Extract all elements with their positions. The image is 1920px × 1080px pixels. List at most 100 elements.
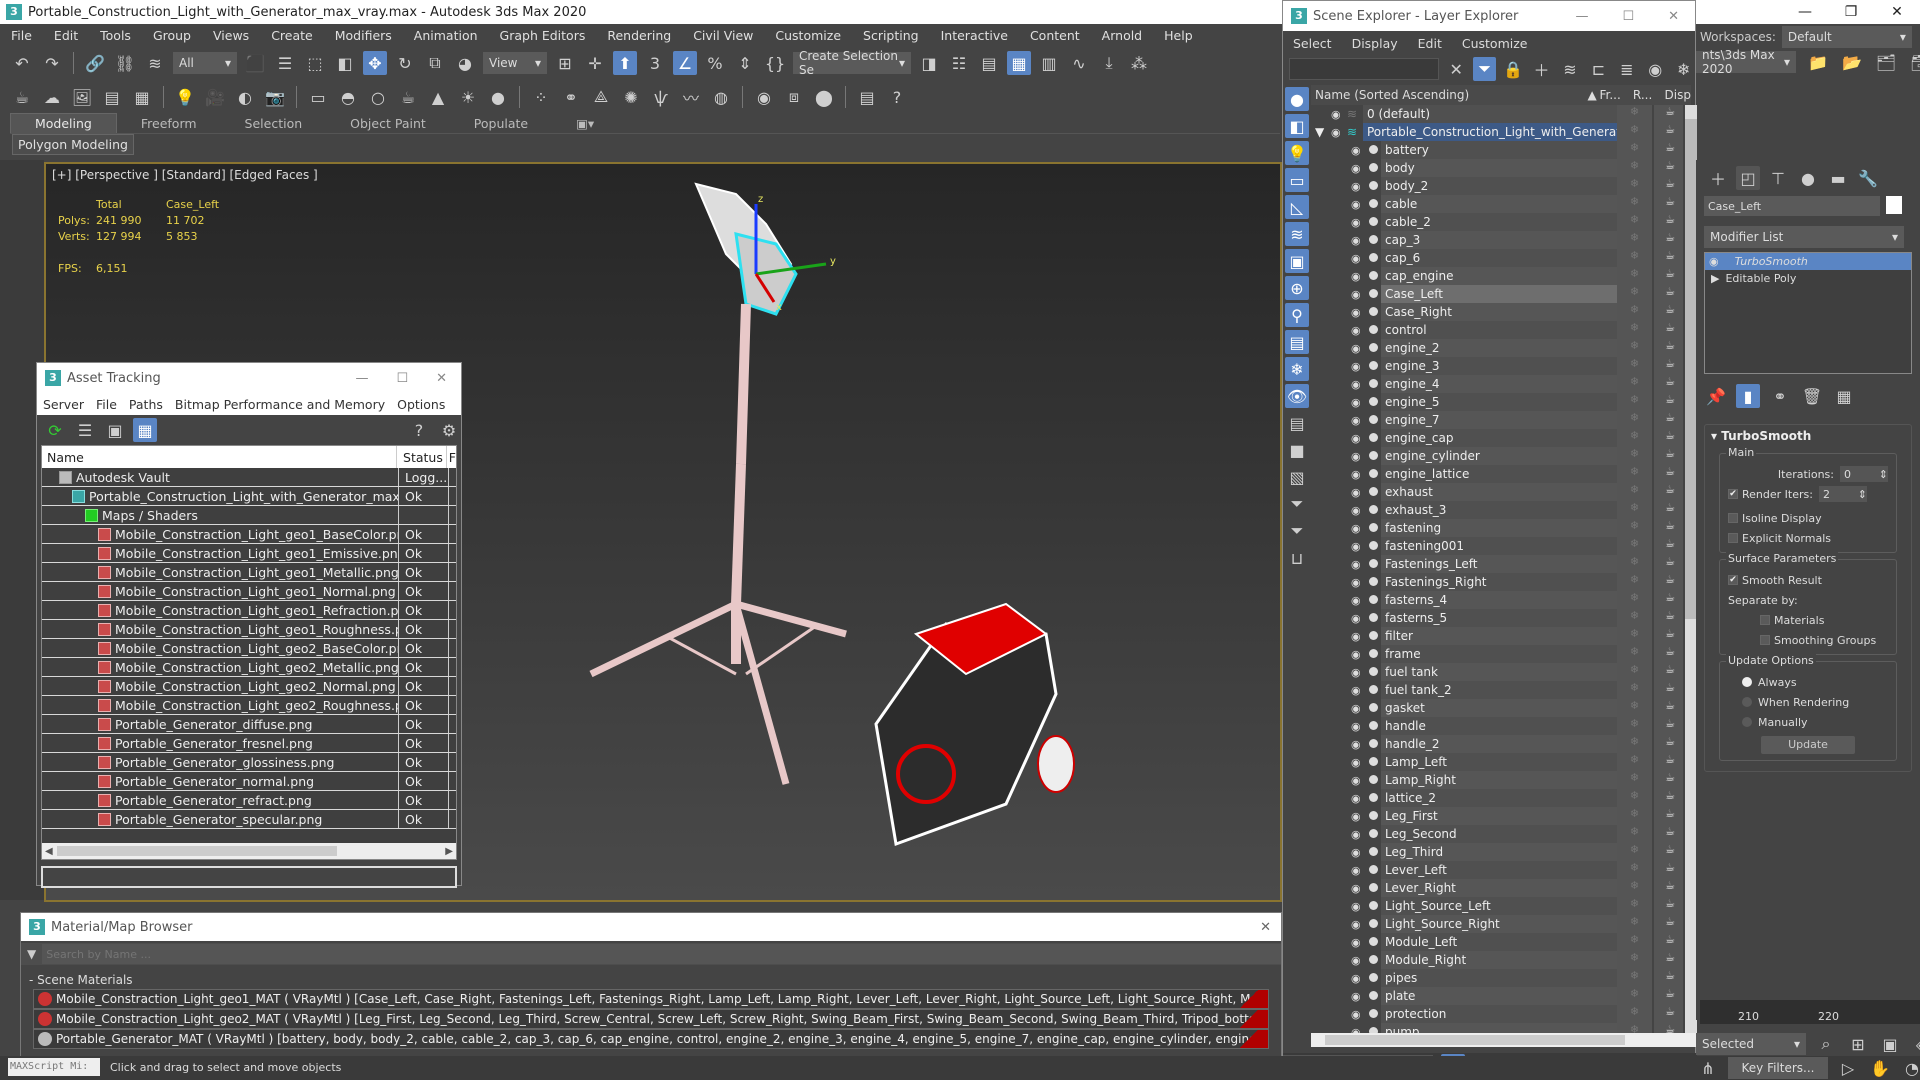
scene-object-row[interactable]: ◉ cap_3 ❄ ☕: [1311, 231, 1683, 249]
ornatrix-icon[interactable]: ◍: [709, 85, 733, 109]
edit-named-selection-icon[interactable]: {}: [763, 51, 787, 75]
column-status[interactable]: Status: [397, 446, 447, 468]
asset-row[interactable]: Portable_Generator_glossiness.png Ok: [42, 753, 456, 772]
close-button[interactable]: ✕: [436, 371, 447, 386]
scene-object-row[interactable]: ◉ cap_engine ❄ ☕: [1311, 267, 1683, 285]
display-lights-icon[interactable]: 💡: [1285, 141, 1309, 165]
eye-icon[interactable]: ◉: [1351, 468, 1361, 481]
eye-icon[interactable]: ◉: [1351, 900, 1361, 913]
vray-plane-icon[interactable]: ⟁: [589, 85, 613, 109]
eye-icon[interactable]: ◉: [1351, 360, 1361, 373]
eye-icon[interactable]: ◉: [1351, 684, 1361, 697]
scene-object-row[interactable]: ◉ filter ❄ ☕: [1311, 627, 1683, 645]
schematic-view-icon[interactable]: ⤓: [1097, 51, 1121, 75]
menu-civil-view[interactable]: Civil View: [682, 28, 764, 43]
make-unique-icon[interactable]: ⚭: [1768, 384, 1792, 408]
scene-object-row[interactable]: ◉ Light_Source_Left ❄ ☕: [1311, 897, 1683, 915]
asset-menu-paths[interactable]: Paths: [123, 397, 169, 412]
table-view-icon[interactable]: ▦: [133, 418, 157, 442]
freeze-icon[interactable]: ❄: [1617, 951, 1652, 969]
menu-animation[interactable]: Animation: [403, 28, 489, 43]
render-teapot-icon[interactable]: ☕: [1654, 933, 1683, 951]
thumbnail-view-icon[interactable]: ▣: [103, 418, 127, 442]
render-teapot-icon[interactable]: ☕: [1654, 249, 1683, 267]
eye-icon[interactable]: ◉: [1351, 558, 1361, 571]
layer-row-active[interactable]: ▼ ◉ ≋ Portable_Construction_Light_with_G…: [1311, 123, 1683, 141]
settings-icon[interactable]: ⚙: [437, 418, 461, 442]
clear-search-icon[interactable]: ✕: [1445, 57, 1467, 81]
freeze-icon[interactable]: ❄: [1617, 411, 1652, 429]
toggle-ribbon-icon[interactable]: ▥: [1037, 51, 1061, 75]
eye-icon[interactable]: ◉: [1351, 324, 1361, 337]
zoom-extents-icon[interactable]: ▣: [1878, 1032, 1902, 1056]
scene-object-row[interactable]: ◉ fuel tank_2 ❄ ☕: [1311, 681, 1683, 699]
toggle-scene-explorer-icon[interactable]: ▤: [977, 51, 1001, 75]
vray-proxy-icon[interactable]: ⁘: [529, 85, 553, 109]
asset-row[interactable]: Portable_Generator_refract.png Ok: [42, 791, 456, 810]
eye-icon[interactable]: ◉: [1351, 252, 1361, 265]
explicit-normals-checkbox[interactable]: [1728, 533, 1738, 543]
eye-icon[interactable]: ◉: [1351, 918, 1361, 931]
scene-object-row[interactable]: ◉ fuel tank ❄ ☕: [1311, 663, 1683, 681]
set-key-filters-icon[interactable]: ⋔: [1696, 1056, 1720, 1080]
render-teapot-icon[interactable]: ☕: [1654, 339, 1683, 357]
scene-object-row[interactable]: ◉ Leg_Third ❄ ☕: [1311, 843, 1683, 861]
freeze-icon[interactable]: ❄: [1617, 735, 1652, 753]
menu-graph-editors[interactable]: Graph Editors: [489, 28, 597, 43]
freeze-icon[interactable]: ❄: [1617, 195, 1652, 213]
eye-icon[interactable]: ◉: [1351, 594, 1361, 607]
render-frame-icon[interactable]: 🖼: [70, 85, 94, 109]
minimize-button[interactable]: —: [1782, 0, 1828, 24]
close-button[interactable]: ✕: [1260, 920, 1281, 935]
select-object-icon[interactable]: ⬛: [243, 51, 267, 75]
eye-icon[interactable]: ◉: [1351, 612, 1361, 625]
scene-object-row[interactable]: ◉ Case_Right ❄ ☕: [1311, 303, 1683, 321]
object-name-field[interactable]: [1704, 196, 1880, 216]
eye-icon[interactable]: ◉: [1351, 666, 1361, 679]
ribbon-tab-selection[interactable]: Selection: [221, 114, 327, 133]
scene-object-row[interactable]: ◉ pipes ❄ ☕: [1311, 969, 1683, 987]
freeze-icon[interactable]: ❄: [1617, 573, 1652, 591]
menu-interactive[interactable]: Interactive: [930, 28, 1019, 43]
freeze-icon[interactable]: ❄: [1617, 447, 1652, 465]
render-teapot-icon[interactable]: ☕: [1654, 411, 1683, 429]
asset-row[interactable]: Mobile_Constraction_Light_geo2_BaseColor…: [42, 639, 456, 658]
render-teapot-icon[interactable]: ☕: [1654, 645, 1683, 663]
asset-row[interactable]: Autodesk Vault Logg...: [42, 468, 456, 487]
asset-row[interactable]: Mobile_Constraction_Light_geo1_Metallic.…: [42, 563, 456, 582]
freeze-icon[interactable]: ❄: [1617, 699, 1652, 717]
modify-tab-icon[interactable]: ◰: [1736, 166, 1760, 190]
freeze-icon[interactable]: ❄: [1617, 627, 1652, 645]
hierarchy-icon[interactable]: ⊏: [1587, 57, 1609, 81]
render-teapot-icon[interactable]: ☕: [1654, 951, 1683, 969]
menu-create[interactable]: Create: [260, 28, 324, 43]
ribbon-tab-modeling[interactable]: Modeling: [10, 113, 117, 133]
freeze-icon[interactable]: ❄: [1617, 483, 1652, 501]
freeze-icon[interactable]: ❄: [1617, 231, 1652, 249]
update-button[interactable]: Update: [1761, 736, 1855, 754]
freeze-icon[interactable]: ❄: [1617, 303, 1652, 321]
named-selection-dropdown[interactable]: Create Selection Se ▾: [793, 49, 911, 77]
project-path-dropdown[interactable]: nts\3ds Max 2020 ▾: [1696, 48, 1796, 76]
key-mode-dropdown[interactable]: Selected ▾: [1696, 1033, 1806, 1055]
freeze-icon[interactable]: ❄: [1617, 807, 1652, 825]
scene-object-row[interactable]: ◉ engine_4 ❄ ☕: [1311, 375, 1683, 393]
pin-stack-icon[interactable]: 📌: [1704, 384, 1728, 408]
close-button[interactable]: ✕: [1668, 9, 1679, 24]
eye-icon[interactable]: ◉: [1351, 180, 1361, 193]
render-teapot-icon[interactable]: ☕: [1654, 789, 1683, 807]
scene-object-row[interactable]: ◉ battery ❄ ☕: [1311, 141, 1683, 159]
render-iters-spinner[interactable]: 2 ⇕: [1818, 486, 1867, 502]
add-to-layer-icon[interactable]: ≋: [1559, 57, 1581, 81]
scene-object-row[interactable]: ◉ protection ❄ ☕: [1311, 1005, 1683, 1023]
create-project-icon[interactable]: 🗂: [1874, 50, 1898, 74]
scene-object-row[interactable]: ◉ cap_6 ❄ ☕: [1311, 249, 1683, 267]
freeze-icon[interactable]: ❄: [1617, 375, 1652, 393]
eye-icon[interactable]: ◉: [1351, 648, 1361, 661]
lock-icon[interactable]: 🔒: [1502, 57, 1524, 81]
display-groups-icon[interactable]: ▣: [1285, 249, 1309, 273]
render-teapot-icon[interactable]: ☕: [1654, 609, 1683, 627]
scene-object-row[interactable]: ◉ Module_Right ❄ ☕: [1311, 951, 1683, 969]
rollout-header[interactable]: ▾ TurboSmooth: [1711, 429, 1905, 443]
motion-tab-icon[interactable]: ●: [1796, 166, 1820, 190]
